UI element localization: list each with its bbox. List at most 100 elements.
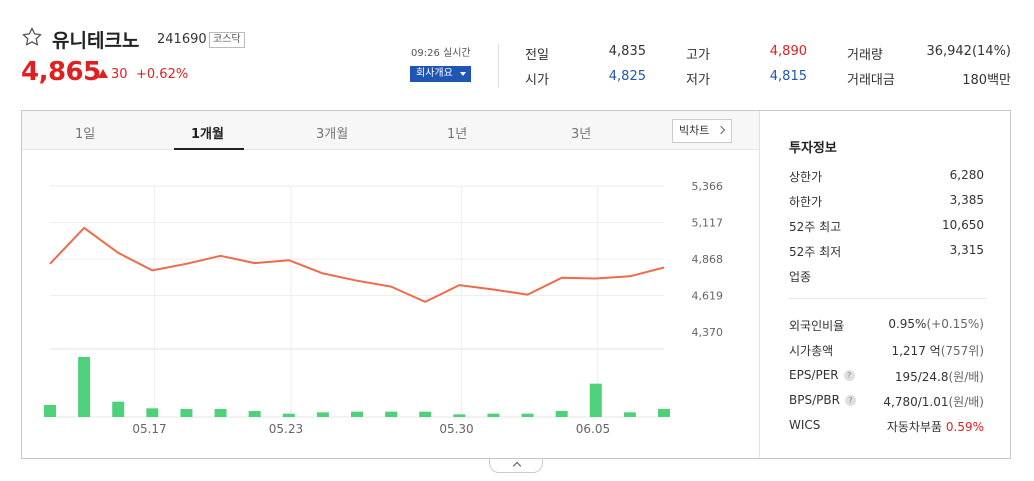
company-overview-button[interactable]: 회사개요 [410, 66, 471, 82]
bps-pbr-text: BPS/PBR [789, 393, 840, 407]
volume-bar [351, 411, 363, 417]
stock-code: 241690 [157, 32, 207, 47]
invest-title: 투자정보 [789, 141, 837, 156]
volume-value: 36,942(14%) [926, 44, 1011, 59]
volume-bar [146, 408, 159, 417]
eps-per-text: EPS/PER [789, 368, 839, 382]
volume-bar [589, 383, 602, 417]
y-tick-label: 5,366 [692, 180, 724, 193]
price-change-value: 30 [111, 67, 128, 82]
market-cap-number: 1,217 억 [891, 344, 941, 358]
star-icon[interactable] [21, 26, 43, 48]
realtime-label: 09:26 실시간 [411, 48, 471, 59]
stock-name: 유니테크노 [52, 30, 140, 52]
help-icon[interactable]: ? [843, 370, 855, 381]
bps-pbr-unit: (원/배) [948, 395, 985, 409]
tab-3month[interactable]: 3개월 [316, 123, 348, 142]
investment-info: 투자정보 상한가 6,280 하한가 3,385 52주 최고 10,650 5… [759, 111, 1010, 458]
company-overview-label: 회사개요 [416, 68, 453, 79]
lower-limit-label: 하한가 [789, 195, 823, 209]
chart-panel: 1일 1개월 3개월 1년 3년 빅차트 5,366 5,117 4,868 4,61… [21, 110, 1011, 459]
y-tick-label: 4,370 [692, 326, 724, 339]
tab-1year[interactable]: 1년 [447, 123, 467, 142]
price-change-rate: +0.62% [136, 67, 189, 82]
volume-bar [316, 412, 329, 417]
price-line [49, 226, 665, 303]
low52-value: 3,315 [949, 243, 984, 257]
y-tick-label: 4,868 [692, 253, 724, 266]
volume-label: 거래량 [847, 48, 883, 63]
high52-label: 52주 최고 [789, 220, 842, 234]
x-tick-label: 05.17 [132, 422, 166, 436]
tab-1month[interactable]: 1개월 [191, 123, 224, 142]
high-value: 4,890 [769, 44, 807, 59]
eps-per-label: EPS/PER? [789, 368, 855, 382]
prev-close-label: 전일 [525, 48, 549, 63]
volume-bar [521, 413, 534, 417]
market-cap-value: 1,217 억(757위) [891, 342, 984, 359]
eps-per-value: 195/24.8(원/배) [895, 368, 984, 385]
collapse-button[interactable] [489, 459, 543, 473]
stock-header: 유니테크노 241690 코스닥 4,865 30 +0.62% 09:26 실… [0, 0, 1034, 110]
open-label: 시가 [525, 73, 549, 88]
chevron-right-icon [716, 125, 726, 135]
active-tab-indicator [174, 148, 244, 150]
prev-close-value: 4,835 [608, 44, 646, 59]
volume-bar [112, 401, 125, 417]
volume-bar [419, 411, 432, 417]
volume-bar [555, 411, 568, 417]
wics-value: 자동차부품 0.59% [887, 418, 984, 435]
divider [789, 298, 986, 299]
lower-limit-value: 3,385 [949, 193, 984, 207]
open-value: 4,825 [608, 69, 646, 84]
volume-bar [214, 409, 227, 417]
low-label: 저가 [686, 73, 710, 88]
volume-bar [487, 413, 500, 417]
amount-label: 거래대금 [847, 73, 895, 88]
volume-bar [623, 412, 636, 417]
volume-bar [453, 414, 466, 417]
tab-3year[interactable]: 3년 [571, 123, 591, 142]
help-icon[interactable]: ? [844, 395, 856, 406]
wics-label: WICS [789, 418, 821, 432]
upper-limit-value: 6,280 [949, 168, 984, 182]
market-cap-label: 시가총액 [789, 344, 834, 358]
amount-value: 180백만 [962, 73, 1011, 88]
big-chart-label: 빅차트 [679, 124, 710, 137]
bps-pbr-number: 4,780/1.01 [883, 395, 949, 409]
high52-value: 10,650 [942, 218, 984, 232]
sector-label: 업종 [789, 270, 812, 284]
eps-per-number: 195/24.8 [894, 370, 949, 384]
low52-label: 52주 최저 [789, 245, 842, 259]
volume-bar [180, 409, 193, 417]
x-tick-label: 06.05 [576, 422, 610, 436]
market-badge: 코스닥 [209, 32, 245, 48]
up-arrow-icon [98, 69, 108, 78]
wics-rate: 0.59% [945, 420, 984, 434]
volume-bar [658, 409, 670, 417]
current-price: 4,865 [21, 57, 101, 87]
period-tabs: 1일 1개월 3개월 1년 3년 빅차트 [22, 111, 759, 150]
bps-pbr-value: 4,780/1.01(원/배) [883, 393, 984, 410]
price-change: 30 [98, 67, 128, 82]
low-value: 4,815 [769, 69, 807, 84]
volume-bar [78, 357, 91, 417]
foreign-ratio-value: 0.95%(+0.15%) [888, 317, 984, 331]
foreign-ratio-label: 외국인비율 [789, 319, 845, 333]
market-cap-rank: (757위) [940, 344, 984, 358]
volume-bar [385, 411, 398, 417]
x-tick-label: 05.30 [439, 422, 473, 436]
volume-bar [44, 405, 56, 417]
big-chart-button[interactable]: 빅차트 [672, 119, 732, 143]
wics-sector[interactable]: 자동차부품 [887, 420, 942, 434]
high-label: 고가 [686, 48, 710, 63]
eps-per-unit: (원/배) [948, 370, 985, 384]
foreign-ratio-number: 0.95% [888, 317, 927, 331]
y-tick-label: 4,619 [692, 290, 724, 303]
caret-down-icon [460, 72, 466, 76]
upper-limit-label: 상한가 [789, 170, 823, 184]
price-chart: 5,366 5,117 4,868 4,619 4,370 05.17 05.23 05.30… [44, 180, 724, 436]
volume-bar [282, 413, 295, 417]
tab-1day[interactable]: 1일 [75, 123, 95, 142]
divider [498, 44, 499, 88]
